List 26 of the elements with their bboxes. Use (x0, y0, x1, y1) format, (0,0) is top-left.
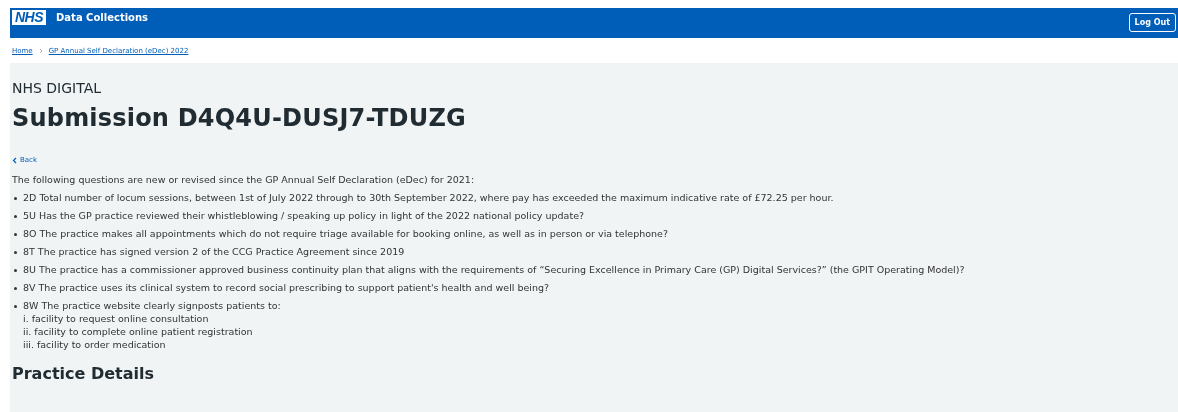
bullet-icon (14, 269, 17, 272)
organisation-label: NHS DIGITAL (12, 80, 102, 96)
question-text: 8U The practice has a commissioner approved business continuity plan that aligns with the requirements of “Securing Excellence in Primary Care (GP) Digital Services?” (the GPIT Operating Model)? (23, 263, 965, 276)
logout-button[interactable]: Log Out (1128, 12, 1176, 32)
nhs-logo[interactable]: NHS (12, 9, 47, 25)
question-text: 8O The practice makes all appointments which do not require triage available for booking online, as well as in person or via telephone? (23, 227, 668, 240)
chevron-icon (38, 47, 43, 54)
question-text: 5U Has the GP practice reviewed their whistleblowing / speaking up policy in light of the 2022 national policy update? (23, 209, 585, 222)
chevron-left-icon (12, 156, 17, 164)
bullet-icon (14, 287, 17, 290)
question-text: 8V The practice uses its clinical system to record social prescribing to support patient's health and well being? (23, 281, 550, 294)
section-heading: Practice Details (12, 364, 154, 383)
bullet-icon (14, 305, 17, 308)
question-text: 2D Total number of locum sessions, between 1st of July 2022 through to 30th September 2022, where pay has exceeded the maximum indicative rate of £72.25 per hour. (23, 191, 834, 204)
question-text: 8W The practice website clearly signposts patients to: (23, 299, 281, 312)
site-title: Data Collections (56, 11, 149, 23)
bullet-icon (14, 215, 17, 218)
page-title: Submission D4Q4U-DUSJ7-TDUZG (12, 104, 466, 132)
sub-item-text: iii. facility to order medication (23, 338, 167, 351)
question-text: 8T The practice has signed version 2 of the CCG Practice Agreement since 2019 (23, 245, 405, 258)
bullet-icon (14, 251, 17, 254)
bullet-icon (14, 233, 17, 236)
bullet-icon (14, 197, 17, 200)
intro-text: The following questions are new or revised since the GP Annual Self Declaration (eDec) for 2021: (12, 174, 475, 185)
sub-item-text: ii. facility to complete online patient registration (23, 325, 254, 338)
sub-item-text: i. facility to request online consultation (23, 312, 210, 325)
